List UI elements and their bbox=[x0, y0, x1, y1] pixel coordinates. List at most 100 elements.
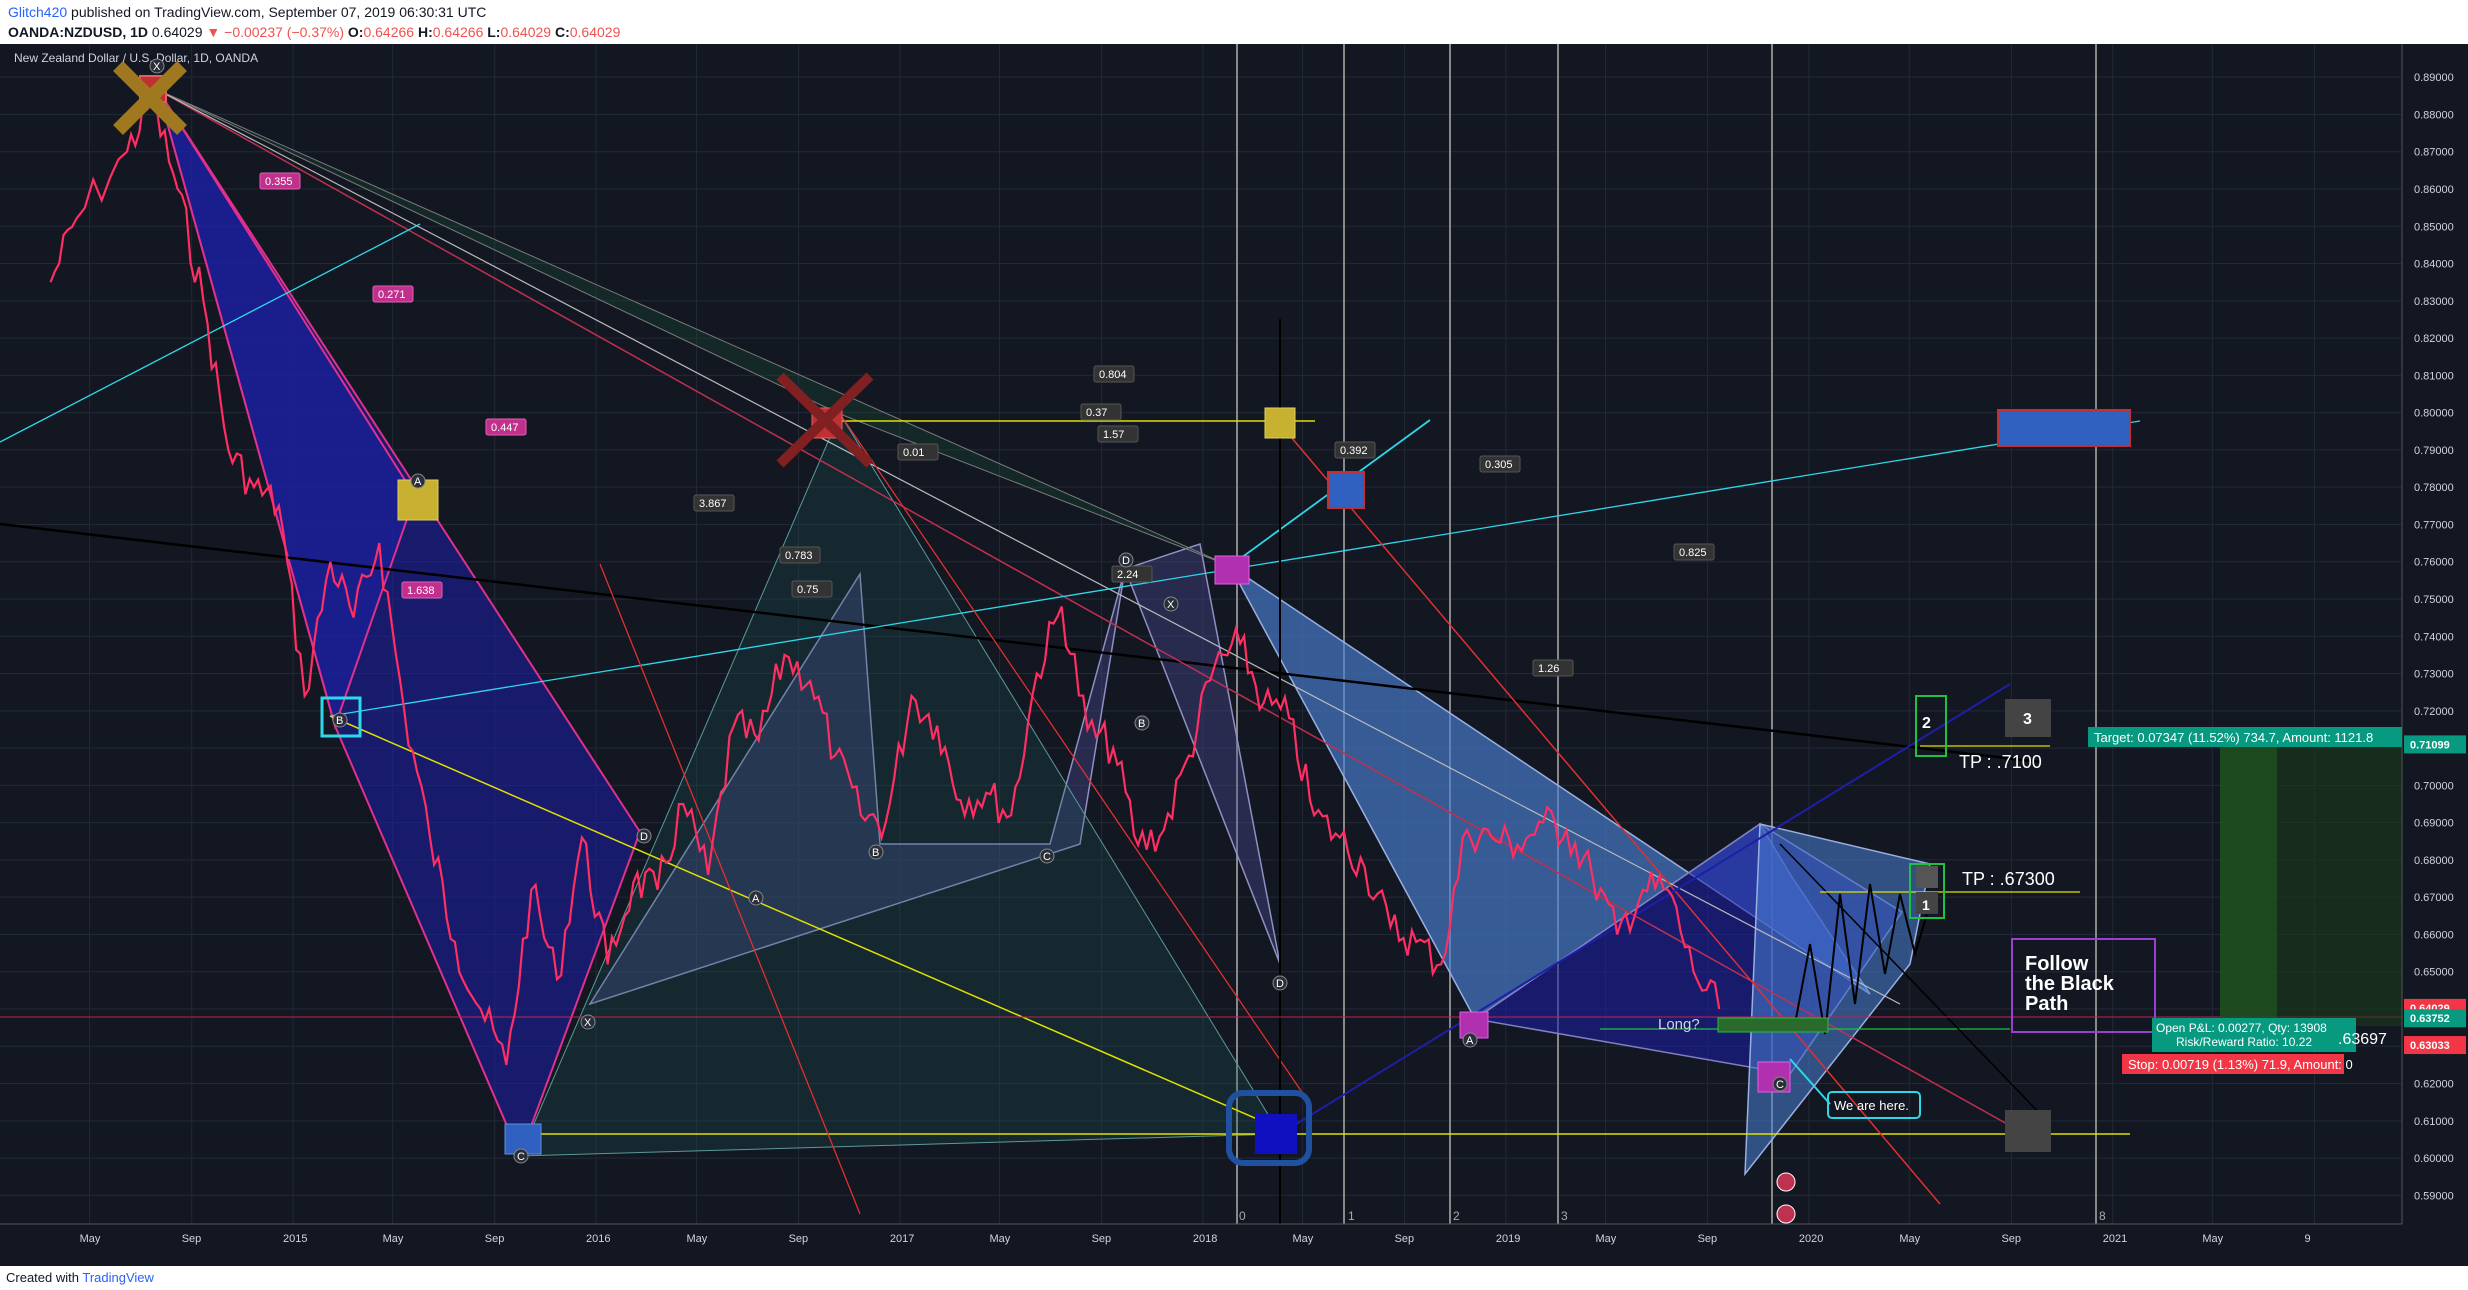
point-label: X bbox=[153, 61, 161, 73]
y-tick-label: 0.85000 bbox=[2414, 221, 2454, 233]
openpl-text: Open P&L: 0.00277, Qty: 13908 bbox=[2156, 1021, 2327, 1035]
x-tick-label: 2021 bbox=[2103, 1233, 2127, 1245]
point-label: D bbox=[640, 831, 648, 843]
publish-info: Glitch420 published on TradingView.com, … bbox=[8, 4, 486, 20]
point-label: B bbox=[336, 715, 343, 727]
x-tick-label: 2019 bbox=[1496, 1233, 1520, 1245]
price-change: ▼ −0.00237 (−0.37%) bbox=[206, 24, 345, 40]
rr-text: Risk/Reward Ratio: 10.22 bbox=[2176, 1035, 2312, 1049]
stop-text: Stop: 0.00719 (1.13%) 71.9, Amount: 0 bbox=[2128, 1057, 2353, 1072]
svg-text:1: 1 bbox=[1348, 1209, 1355, 1223]
ratio-label: 1.57 bbox=[1103, 429, 1124, 441]
point-label: X bbox=[584, 1017, 592, 1029]
price-badge-label: 0.71099 bbox=[2410, 739, 2450, 751]
chart-title: New Zealand Dollar / U.S. Dollar, 1D, OA… bbox=[14, 51, 258, 65]
long-label: Long? bbox=[1658, 1016, 1700, 1033]
y-tick-label: 0.80000 bbox=[2414, 408, 2454, 420]
y-tick-label: 0.84000 bbox=[2414, 259, 2454, 271]
svg-text:3: 3 bbox=[1561, 1209, 1568, 1223]
chart-area[interactable]: 0.89000 0.88000 0.87000 0.86000 0.85000 0.840… bbox=[0, 44, 2468, 1266]
y-tick-label: 0.83000 bbox=[2414, 296, 2454, 308]
x-tick-label: Sep bbox=[789, 1233, 809, 1245]
x-tick-label: Sep bbox=[2001, 1233, 2021, 1245]
y-tick-label: 0.73000 bbox=[2414, 669, 2454, 681]
y-tick-label: 0.79000 bbox=[2414, 445, 2454, 457]
y-tick-label: 0.60000 bbox=[2414, 1153, 2454, 1165]
x-axis-panel bbox=[0, 1224, 2468, 1266]
open-value: 0.64266 bbox=[363, 24, 415, 40]
x-tick-label: Sep bbox=[485, 1233, 505, 1245]
y-tick-label: 0.81000 bbox=[2414, 370, 2454, 382]
last-price: 0.64029 bbox=[151, 24, 203, 40]
tp-label-1: TP : .7100 bbox=[1959, 752, 2042, 772]
point-label: D bbox=[1276, 978, 1284, 990]
partial-price: .63697 bbox=[2338, 1031, 2387, 1048]
y-tick-label: 0.82000 bbox=[2414, 333, 2454, 345]
price-badge-label: 0.63033 bbox=[2410, 1040, 2450, 1052]
x-tick-label: 2017 bbox=[890, 1233, 914, 1245]
x-tick-label: May bbox=[686, 1233, 707, 1245]
y-tick-label: 0.87000 bbox=[2414, 147, 2454, 159]
we-are-here: We are here. bbox=[1834, 1098, 1909, 1113]
follow-line-2: the Black bbox=[2025, 973, 2115, 995]
ratio-label: 3.867 bbox=[699, 498, 727, 510]
ratio-label: 2.24 bbox=[1117, 569, 1138, 581]
y-tick-label: 0.69000 bbox=[2414, 818, 2454, 830]
y-tick-label: 0.74000 bbox=[2414, 631, 2454, 643]
y-tick-label: 0.68000 bbox=[2414, 855, 2454, 867]
x-tick-label: May bbox=[383, 1233, 404, 1245]
y-tick-label: 0.75000 bbox=[2414, 594, 2454, 606]
point-label: B bbox=[1138, 718, 1145, 730]
low-label: L: bbox=[487, 24, 501, 40]
x-tick-label: Sep bbox=[1092, 1233, 1112, 1245]
price-badge-label: 0.63752 bbox=[2410, 1013, 2450, 1025]
point-label: C bbox=[1776, 1079, 1784, 1091]
y-tick-label: 0.86000 bbox=[2414, 184, 2454, 196]
svg-text:2: 2 bbox=[1453, 1209, 1460, 1223]
ratio-label: 0.271 bbox=[378, 289, 406, 301]
x-tick-label: May bbox=[1899, 1233, 1920, 1245]
tradingview-link[interactable]: TradingView bbox=[82, 1270, 154, 1285]
point-label: D bbox=[1122, 555, 1130, 567]
publish-header: Glitch420 published on TradingView.com, … bbox=[0, 0, 2468, 44]
point-label: A bbox=[1466, 1035, 1474, 1047]
y-tick-label: 0.77000 bbox=[2414, 519, 2454, 531]
point-label: C bbox=[1043, 851, 1051, 863]
ratio-label: 0.305 bbox=[1485, 459, 1513, 471]
open-label: O: bbox=[347, 24, 364, 40]
x-tick-label: May bbox=[1292, 1233, 1313, 1245]
point-label: C bbox=[517, 1151, 525, 1163]
ratio-label: 0.37 bbox=[1086, 407, 1107, 419]
follow-line-1: Follow bbox=[2025, 953, 2089, 975]
close-value: 0.64029 bbox=[569, 24, 621, 40]
ratio-label: 0.01 bbox=[903, 447, 924, 459]
x-tick-label: May bbox=[80, 1233, 101, 1245]
point-label: X bbox=[1167, 599, 1175, 611]
ratio-label: 0.783 bbox=[785, 550, 813, 562]
close-label: C: bbox=[554, 24, 570, 40]
harmonic-patterns bbox=[157, 89, 1931, 1177]
box-label-2: 2 bbox=[1922, 715, 1931, 732]
chart-canvas[interactable]: 0.89000 0.88000 0.87000 0.86000 0.85000 0.840… bbox=[0, 44, 2468, 1266]
y-tick-label: 0.72000 bbox=[2414, 706, 2454, 718]
ratio-label: 1.638 bbox=[407, 585, 435, 597]
author-link[interactable]: Glitch420 bbox=[8, 4, 67, 20]
x-tick-label: 2016 bbox=[586, 1233, 610, 1245]
y-tick-label: 0.70000 bbox=[2414, 780, 2454, 792]
ratio-label: 0.75 bbox=[797, 584, 818, 596]
published-text: published on TradingView.com, September … bbox=[71, 4, 487, 20]
ratio-label: 0.392 bbox=[1340, 445, 1368, 457]
y-tick-label: 0.61000 bbox=[2414, 1116, 2454, 1128]
low-value: 0.64029 bbox=[500, 24, 552, 40]
y-tick-label: 0.89000 bbox=[2414, 72, 2454, 84]
x-tick-label: 2018 bbox=[1193, 1233, 1217, 1245]
ratio-label: 0.447 bbox=[491, 422, 519, 434]
box-label-1: 1 bbox=[1922, 897, 1930, 913]
x-tick-label: 2020 bbox=[1799, 1233, 1823, 1245]
x-tick-label: May bbox=[1595, 1233, 1616, 1245]
high-label: H: bbox=[417, 24, 433, 40]
box-label-3: 3 bbox=[2023, 711, 2032, 728]
x-tick-label: 9 bbox=[2304, 1233, 2310, 1245]
high-value: 0.64266 bbox=[432, 24, 484, 40]
y-tick-label: 0.67000 bbox=[2414, 892, 2454, 904]
